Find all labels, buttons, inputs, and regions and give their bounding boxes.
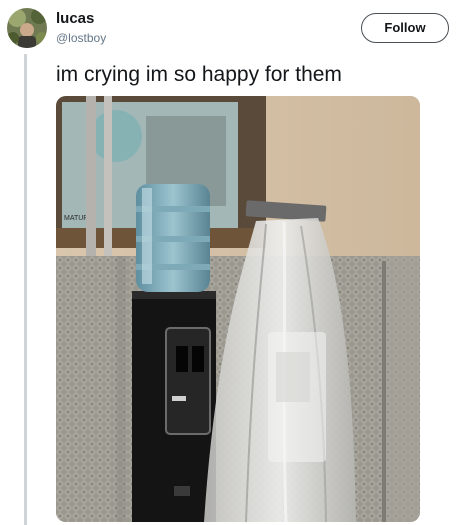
user-handle[interactable]: @lostboy bbox=[56, 31, 106, 45]
tweet-text: im crying im so happy for them bbox=[56, 63, 342, 86]
avatar[interactable] bbox=[7, 8, 47, 48]
tweet-media-photo[interactable]: MATURE bbox=[56, 96, 420, 522]
display-name[interactable]: lucas bbox=[56, 11, 94, 27]
avatar-photo-icon bbox=[7, 8, 47, 48]
thread-line bbox=[24, 54, 27, 525]
follow-button[interactable]: Follow bbox=[361, 13, 449, 43]
photo-image-icon: MATURE bbox=[56, 96, 420, 522]
